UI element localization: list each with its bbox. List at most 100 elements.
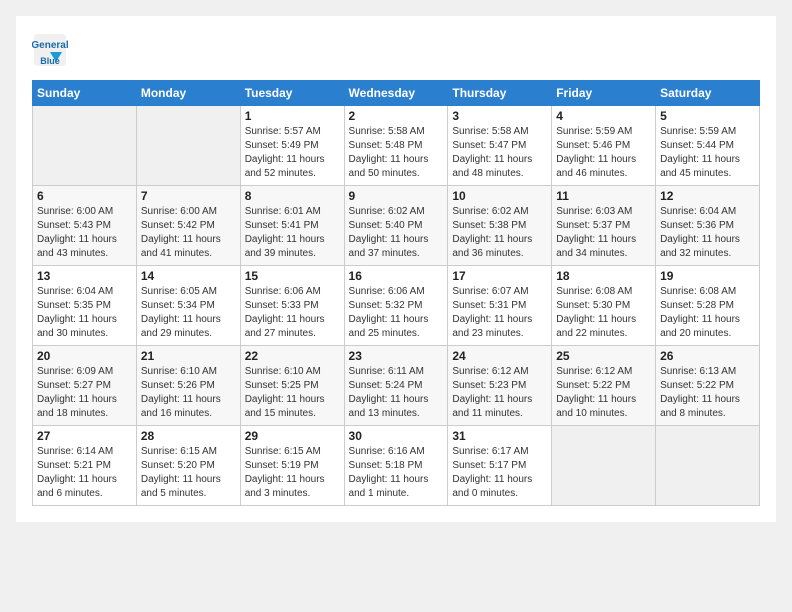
calendar-cell: 3 Sunrise: 5:58 AMSunset: 5:47 PMDaylight…: [448, 106, 552, 186]
calendar-cell: [136, 106, 240, 186]
calendar-cell: 7 Sunrise: 6:00 AMSunset: 5:42 PMDaylight…: [136, 186, 240, 266]
day-info: Sunrise: 6:02 AMSunset: 5:38 PMDaylight:…: [452, 205, 547, 261]
day-info: Sunrise: 6:12 AMSunset: 5:22 PMDaylight:…: [556, 365, 651, 421]
day-info: Sunrise: 6:10 AMSunset: 5:25 PMDaylight:…: [245, 365, 340, 421]
calendar-cell: 18 Sunrise: 6:08 AMSunset: 5:30 PMDayligh…: [552, 266, 656, 346]
day-number: 6: [37, 189, 132, 203]
calendar-cell: 5 Sunrise: 5:59 AMSunset: 5:44 PMDaylight…: [656, 106, 760, 186]
day-info: Sunrise: 6:06 AMSunset: 5:32 PMDaylight:…: [349, 285, 444, 341]
calendar-cell: 11 Sunrise: 6:03 AMSunset: 5:37 PMDayligh…: [552, 186, 656, 266]
day-info: Sunrise: 6:12 AMSunset: 5:23 PMDaylight:…: [452, 365, 547, 421]
day-number: 29: [245, 429, 340, 443]
day-info: Sunrise: 5:58 AMSunset: 5:48 PMDaylight:…: [349, 125, 444, 181]
day-info: Sunrise: 6:00 AMSunset: 5:42 PMDaylight:…: [141, 205, 236, 261]
day-info: Sunrise: 6:17 AMSunset: 5:17 PMDaylight:…: [452, 445, 547, 501]
day-info: Sunrise: 6:00 AMSunset: 5:43 PMDaylight:…: [37, 205, 132, 261]
calendar-cell: 19 Sunrise: 6:08 AMSunset: 5:28 PMDayligh…: [656, 266, 760, 346]
day-info: Sunrise: 6:07 AMSunset: 5:31 PMDaylight:…: [452, 285, 547, 341]
day-number: 8: [245, 189, 340, 203]
calendar-cell: 29Sunrise: 6:15 AMSunset: 5:19 PMDayligh…: [240, 426, 344, 506]
day-number: 20: [37, 349, 132, 363]
svg-text:Blue: Blue: [40, 56, 60, 66]
weekday-header-monday: Monday: [136, 81, 240, 106]
day-number: 13: [37, 269, 132, 283]
day-number: 7: [141, 189, 236, 203]
day-number: 31: [452, 429, 547, 443]
day-number: 1: [245, 109, 340, 123]
calendar-cell: 28Sunrise: 6:15 AMSunset: 5:20 PMDayligh…: [136, 426, 240, 506]
day-number: 3: [452, 109, 547, 123]
weekday-header-sunday: Sunday: [33, 81, 137, 106]
calendar-cell: 15 Sunrise: 6:06 AMSunset: 5:33 PMDayligh…: [240, 266, 344, 346]
day-info: Sunrise: 5:59 AMSunset: 5:46 PMDaylight:…: [556, 125, 651, 181]
week-row-1: 1Sunrise: 5:57 AMSunset: 5:49 PMDaylight…: [33, 106, 760, 186]
day-number: 30: [349, 429, 444, 443]
weekday-header-wednesday: Wednesday: [344, 81, 448, 106]
day-info: Sunrise: 6:11 AMSunset: 5:24 PMDaylight:…: [349, 365, 444, 421]
day-info: Sunrise: 6:13 AMSunset: 5:22 PMDaylight:…: [660, 365, 755, 421]
calendar-cell: 2Sunrise: 5:58 AMSunset: 5:48 PMDaylight…: [344, 106, 448, 186]
weekday-header-row: SundayMondayTuesdayWednesdayThursdayFrid…: [33, 81, 760, 106]
calendar-cell: 8 Sunrise: 6:01 AMSunset: 5:41 PMDaylight…: [240, 186, 344, 266]
day-number: 5: [660, 109, 755, 123]
calendar-cell: 25 Sunrise: 6:12 AMSunset: 5:22 PMDayligh…: [552, 346, 656, 426]
weekday-header-tuesday: Tuesday: [240, 81, 344, 106]
week-row-2: 6 Sunrise: 6:00 AMSunset: 5:43 PMDaylight…: [33, 186, 760, 266]
day-number: 22: [245, 349, 340, 363]
logo-icon: General Blue: [32, 32, 68, 68]
calendar-cell: [33, 106, 137, 186]
calendar-cell: 14 Sunrise: 6:05 AMSunset: 5:34 PMDayligh…: [136, 266, 240, 346]
day-number: 27: [37, 429, 132, 443]
calendar-cell: [552, 426, 656, 506]
calendar-cell: [656, 426, 760, 506]
calendar-cell: 13Sunrise: 6:04 AMSunset: 5:35 PMDayligh…: [33, 266, 137, 346]
weekday-header-thursday: Thursday: [448, 81, 552, 106]
calendar-cell: 12 Sunrise: 6:04 AMSunset: 5:36 PMDayligh…: [656, 186, 760, 266]
day-info: Sunrise: 5:58 AMSunset: 5:47 PMDaylight:…: [452, 125, 547, 181]
day-info: Sunrise: 6:01 AMSunset: 5:41 PMDaylight:…: [245, 205, 340, 261]
day-info: Sunrise: 6:15 AMSunset: 5:20 PMDaylight:…: [141, 445, 236, 501]
header: General Blue: [32, 32, 760, 68]
day-number: 19: [660, 269, 755, 283]
day-number: 17: [452, 269, 547, 283]
day-number: 14: [141, 269, 236, 283]
day-number: 16: [349, 269, 444, 283]
calendar-cell: 23Sunrise: 6:11 AMSunset: 5:24 PMDayligh…: [344, 346, 448, 426]
calendar-cell: 17 Sunrise: 6:07 AMSunset: 5:31 PMDayligh…: [448, 266, 552, 346]
day-info: Sunrise: 6:14 AMSunset: 5:21 PMDaylight:…: [37, 445, 132, 501]
day-info: Sunrise: 6:08 AMSunset: 5:28 PMDaylight:…: [660, 285, 755, 341]
week-row-5: 27 Sunrise: 6:14 AMSunset: 5:21 PMDayligh…: [33, 426, 760, 506]
calendar-cell: 27 Sunrise: 6:14 AMSunset: 5:21 PMDayligh…: [33, 426, 137, 506]
calendar-cell: 9 Sunrise: 6:02 AMSunset: 5:40 PMDaylight…: [344, 186, 448, 266]
calendar-cell: 6 Sunrise: 6:00 AMSunset: 5:43 PMDaylight…: [33, 186, 137, 266]
calendar-cell: 4 Sunrise: 5:59 AMSunset: 5:46 PMDaylight…: [552, 106, 656, 186]
day-number: 25: [556, 349, 651, 363]
day-number: 18: [556, 269, 651, 283]
day-info: Sunrise: 5:59 AMSunset: 5:44 PMDaylight:…: [660, 125, 755, 181]
day-info: Sunrise: 6:05 AMSunset: 5:34 PMDaylight:…: [141, 285, 236, 341]
weekday-header-saturday: Saturday: [656, 81, 760, 106]
calendar-cell: 20Sunrise: 6:09 AMSunset: 5:27 PMDayligh…: [33, 346, 137, 426]
day-number: 4: [556, 109, 651, 123]
day-number: 9: [349, 189, 444, 203]
calendar-cell: 31 Sunrise: 6:17 AMSunset: 5:17 PMDayligh…: [448, 426, 552, 506]
day-info: Sunrise: 6:04 AMSunset: 5:36 PMDaylight:…: [660, 205, 755, 261]
day-number: 11: [556, 189, 651, 203]
calendar-page: General Blue SundayMondayTuesdayWednesda…: [16, 16, 776, 522]
calendar-cell: 24Sunrise: 6:12 AMSunset: 5:23 PMDayligh…: [448, 346, 552, 426]
day-info: Sunrise: 6:02 AMSunset: 5:40 PMDaylight:…: [349, 205, 444, 261]
calendar-cell: 1Sunrise: 5:57 AMSunset: 5:49 PMDaylight…: [240, 106, 344, 186]
day-info: Sunrise: 6:08 AMSunset: 5:30 PMDaylight:…: [556, 285, 651, 341]
calendar-cell: 10Sunrise: 6:02 AMSunset: 5:38 PMDayligh…: [448, 186, 552, 266]
day-number: 26: [660, 349, 755, 363]
day-number: 21: [141, 349, 236, 363]
day-number: 15: [245, 269, 340, 283]
day-number: 12: [660, 189, 755, 203]
weekday-header-friday: Friday: [552, 81, 656, 106]
day-info: Sunrise: 6:03 AMSunset: 5:37 PMDaylight:…: [556, 205, 651, 261]
day-info: Sunrise: 6:06 AMSunset: 5:33 PMDaylight:…: [245, 285, 340, 341]
day-info: Sunrise: 6:10 AMSunset: 5:26 PMDaylight:…: [141, 365, 236, 421]
logo: General Blue: [32, 32, 72, 68]
week-row-3: 13Sunrise: 6:04 AMSunset: 5:35 PMDayligh…: [33, 266, 760, 346]
calendar-table: SundayMondayTuesdayWednesdayThursdayFrid…: [32, 80, 760, 506]
